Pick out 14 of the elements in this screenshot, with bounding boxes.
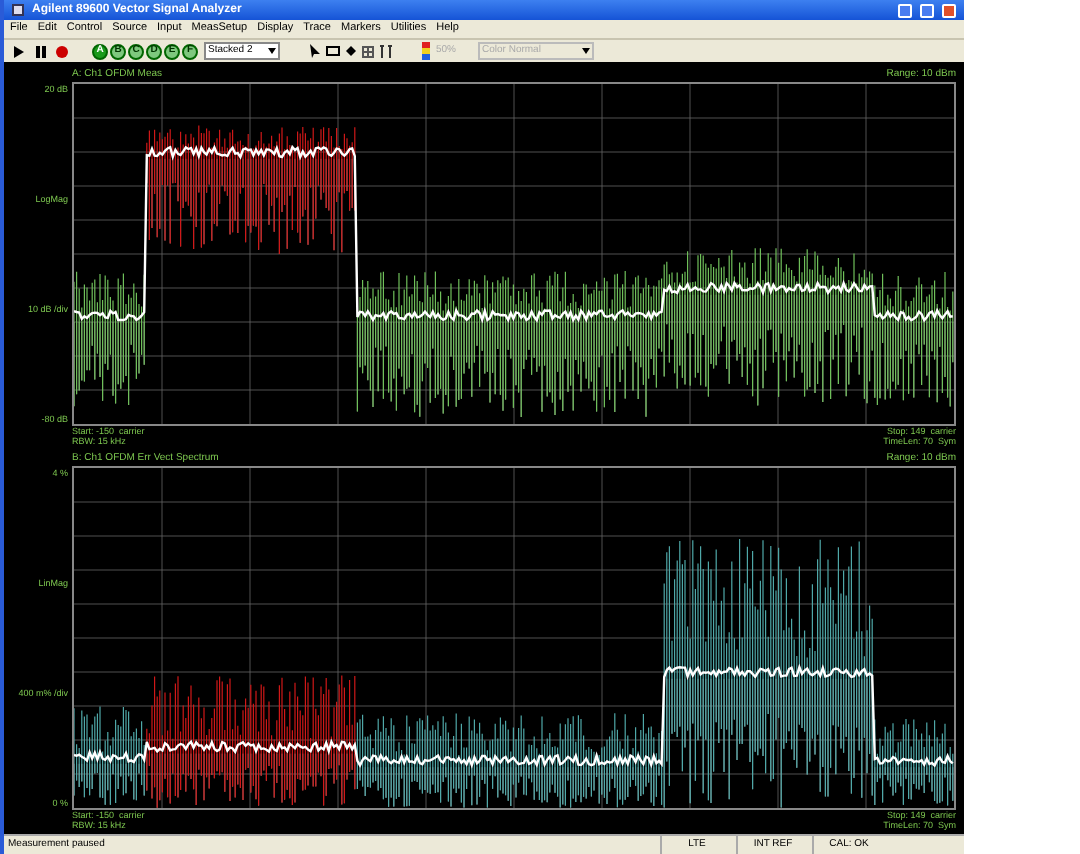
pause-icon[interactable] [32, 43, 48, 59]
diamond-icon[interactable] [346, 46, 356, 56]
color-scale-icon[interactable] [422, 42, 430, 60]
close-button[interactable] [942, 3, 956, 17]
rectangle-icon[interactable] [326, 46, 340, 56]
maximize-button[interactable] [920, 3, 934, 17]
pointer-icon[interactable] [310, 44, 320, 58]
caret-icon [582, 48, 590, 54]
minimize-button[interactable] [898, 3, 912, 17]
record-icon[interactable] [54, 43, 70, 59]
caret-icon [268, 48, 276, 54]
bars-icon[interactable] [380, 44, 392, 58]
grid-icon[interactable] [362, 45, 374, 57]
app-icon [12, 4, 24, 16]
